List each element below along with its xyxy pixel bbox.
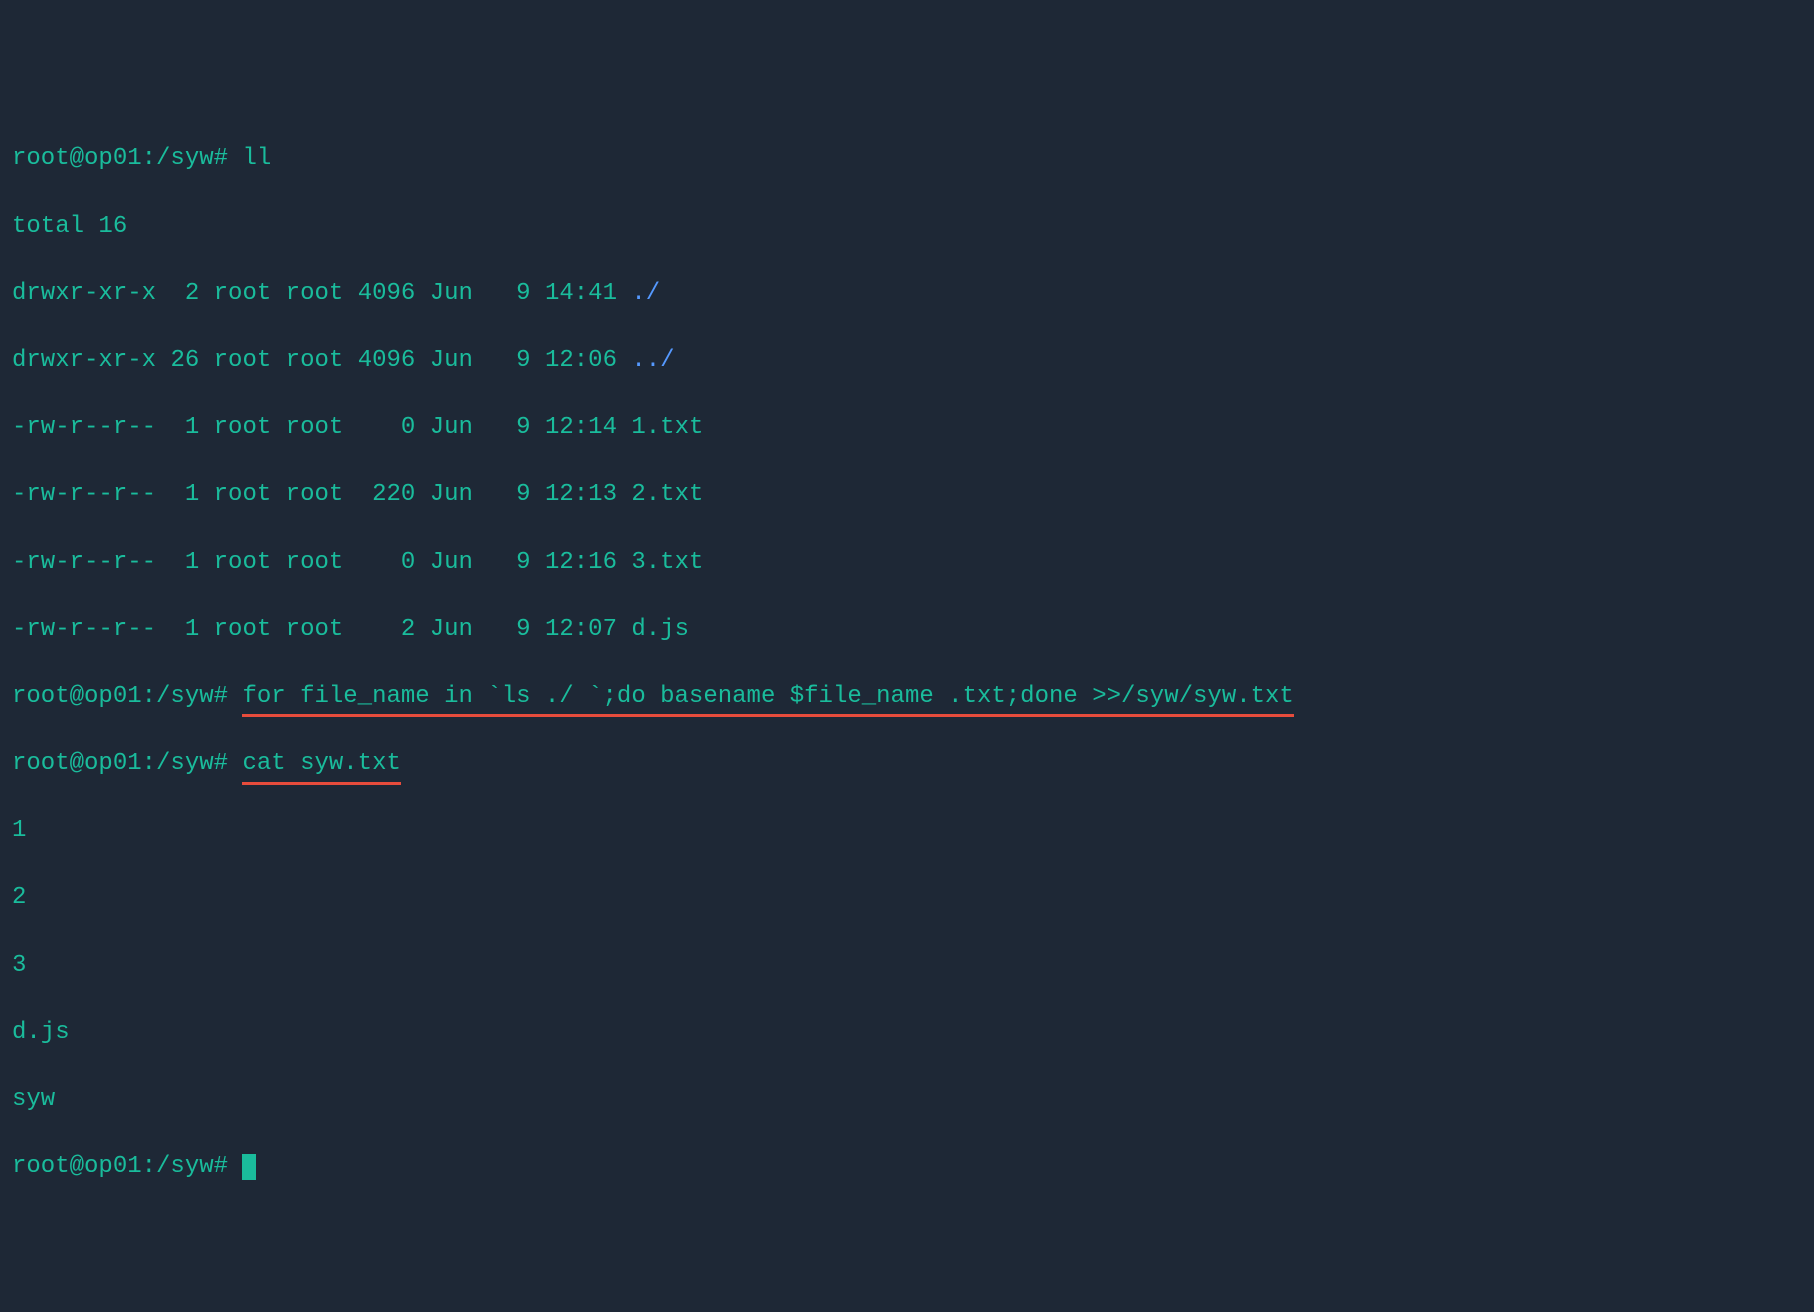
file-row: -rw-r--r-- 1 root root 2 Jun 9 12:07 d.j… <box>12 613 1802 647</box>
prompt: root@op01:/syw# <box>12 1153 228 1180</box>
file-row: drwxr-xr-x 2 root root 4096 Jun 9 14:41 … <box>12 277 1802 311</box>
command-for: for file_name in `ls ./ `;do basename $f… <box>242 680 1293 714</box>
file-name: 2.txt <box>631 481 703 508</box>
file-row: -rw-r--r-- 1 root root 0 Jun 9 12:14 1.t… <box>12 411 1802 445</box>
file-name: ../ <box>631 347 674 374</box>
file-name: ./ <box>631 280 660 307</box>
file-name: 3.txt <box>631 549 703 576</box>
prompt-line-2: root@op01:/syw# for file_name in `ls ./ … <box>12 680 1802 714</box>
file-name: 1.txt <box>631 414 703 441</box>
cat-output-line: d.js <box>12 1016 1802 1050</box>
prompt: root@op01:/syw# <box>12 683 228 710</box>
command-cat: cat syw.txt <box>242 747 400 781</box>
prompt: root@op01:/syw# <box>12 145 228 172</box>
cat-output-line: 2 <box>12 881 1802 915</box>
prompt-line-4[interactable]: root@op01:/syw# <box>12 1150 1802 1184</box>
cat-output-line: 1 <box>12 814 1802 848</box>
cursor-icon <box>242 1154 256 1180</box>
prompt-line-1: root@op01:/syw# ll <box>12 142 1802 176</box>
file-row: -rw-r--r-- 1 root root 220 Jun 9 12:13 2… <box>12 478 1802 512</box>
file-row: drwxr-xr-x 26 root root 4096 Jun 9 12:06… <box>12 344 1802 378</box>
cat-output-line: syw <box>12 1083 1802 1117</box>
prompt: root@op01:/syw# <box>12 750 228 777</box>
file-row: -rw-r--r-- 1 root root 0 Jun 9 12:16 3.t… <box>12 546 1802 580</box>
total-line: total 16 <box>12 210 1802 244</box>
command-ll: ll <box>242 145 271 172</box>
file-name: d.js <box>631 616 689 643</box>
prompt-line-3: root@op01:/syw# cat syw.txt <box>12 747 1802 781</box>
cat-output-line: 3 <box>12 949 1802 983</box>
